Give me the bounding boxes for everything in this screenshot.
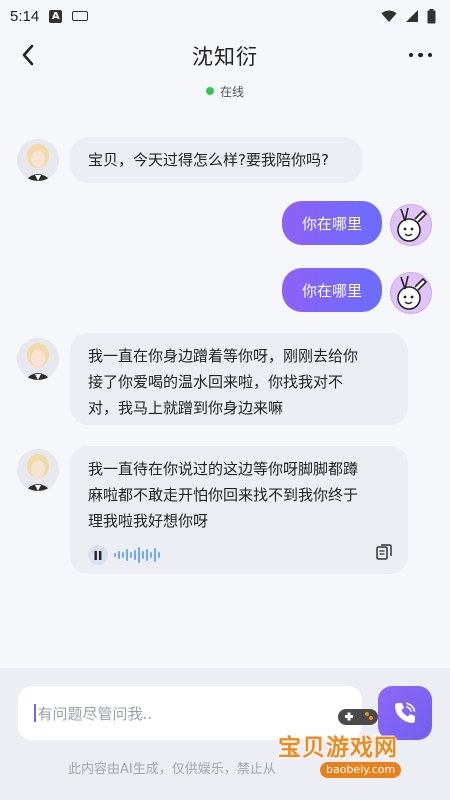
character-avatar-icon xyxy=(17,139,59,181)
message-line: 理我啦我好想你呀 xyxy=(88,512,209,530)
user-message-bubble: 你在哪里 xyxy=(282,201,382,245)
more-menu-button[interactable] xyxy=(408,44,432,66)
user-avatar[interactable] xyxy=(390,272,432,314)
bot-message-bubble: 宝贝，今天过得怎么样?要我陪你吗? xyxy=(70,137,362,183)
more-dot-icon xyxy=(418,52,423,58)
copy-text-icon xyxy=(376,544,392,560)
copy-button[interactable] xyxy=(376,542,392,568)
gamepad-watermark-icon xyxy=(338,709,378,725)
keyboard-icon xyxy=(72,11,89,21)
message-line: 接了你爱喝的温水回来啦，你找我对不 xyxy=(88,373,344,391)
online-status: 在线 xyxy=(0,80,450,102)
chat-header: 沈知衍 xyxy=(0,32,450,80)
voice-player xyxy=(88,542,392,568)
back-button[interactable] xyxy=(16,42,40,68)
watermark-url: baobeiy.com xyxy=(320,762,402,778)
signal-icon xyxy=(406,10,418,22)
pause-icon xyxy=(94,550,102,560)
status-time: 5:14 xyxy=(10,7,40,25)
message-text: 宝贝，今天过得怎么样?要我陪你吗? xyxy=(88,151,329,169)
site-watermark: 宝贝游戏网 baobeiy.com xyxy=(278,709,438,782)
character-avatar-icon xyxy=(17,449,59,491)
input-placeholder: 有问题尽管问我.. xyxy=(37,704,153,723)
voice-waveform-icon xyxy=(114,547,160,563)
notification-a-icon: A xyxy=(49,9,63,23)
watermark-text: 宝贝游戏网 xyxy=(278,735,398,761)
message-line: 麻啦都不敢走开怕你回来找不到我你终于 xyxy=(88,486,359,504)
online-label: 在线 xyxy=(219,84,244,99)
bot-message-bubble: 我一直在你身边蹭着等你呀，刚刚去给你 接了你爱喝的温水回来啦，你找我对不 对，我… xyxy=(70,333,408,425)
online-dot-icon xyxy=(205,87,214,95)
character-avatar-icon xyxy=(17,338,59,380)
more-dot-icon xyxy=(427,52,432,58)
chevron-left-icon xyxy=(22,44,34,66)
message-line: 我一直待在你说过的这边等你呀脚脚都蹲 xyxy=(88,460,359,478)
user-avatar[interactable] xyxy=(390,204,432,246)
message-line: 我一直在你身边蹭着等你呀，刚刚去给你 xyxy=(88,347,359,365)
battery-icon xyxy=(427,8,436,23)
message-line: 对，我马上就蹭到你身边来嘛 xyxy=(88,399,284,417)
status-bar: 5:14 A xyxy=(0,0,450,32)
more-dot-icon xyxy=(408,52,413,58)
user-message-bubble: 你在哪里 xyxy=(282,268,382,312)
message-text: 你在哪里 xyxy=(301,214,362,233)
pause-button[interactable] xyxy=(88,545,108,565)
message-text: 你在哪里 xyxy=(301,281,362,300)
page-title: 沈知衍 xyxy=(192,45,258,69)
peace-hand-avatar-icon xyxy=(397,275,428,310)
bot-avatar[interactable] xyxy=(17,139,59,181)
ai-disclaimer: 此内容由AI生成，仅供娱乐，禁止从 xyxy=(68,762,276,777)
wifi-icon xyxy=(381,10,397,22)
text-caret xyxy=(34,704,36,722)
peace-hand-avatar-icon xyxy=(397,207,428,242)
bot-message-bubble: 我一直待在你说过的这边等你呀脚脚都蹲 麻啦都不敢走开怕你回来找不到我你终于 理我… xyxy=(70,446,408,574)
bot-avatar[interactable] xyxy=(17,449,59,491)
bot-avatar[interactable] xyxy=(17,338,59,380)
